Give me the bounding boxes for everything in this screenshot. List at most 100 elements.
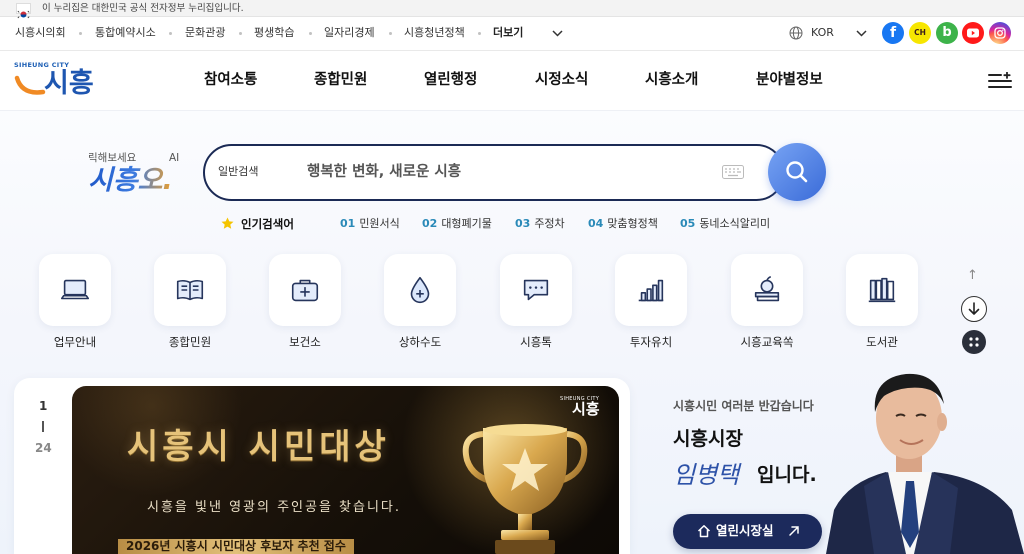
mayor-greeting: 시흥시민 여러분 반갑습니다 xyxy=(673,399,814,413)
keyword-label: 대형폐기물 xyxy=(441,217,492,230)
blog-icon[interactable]: b xyxy=(936,22,958,44)
search-bar: 일반검색 xyxy=(203,144,785,201)
separator-dot xyxy=(169,32,172,35)
blog-glyph: b xyxy=(942,25,952,40)
quick-link-label: 종합민원 xyxy=(168,335,212,349)
nav-open-administration[interactable]: 열린행정 xyxy=(424,71,477,89)
separator-dot xyxy=(478,32,481,35)
bar-chart-icon xyxy=(638,279,664,302)
main-header: SIHEUNG CITY 시흥 참여소통 종합민원 열린행정 시정소식 시흥소개… xyxy=(0,51,1024,111)
library-books-icon xyxy=(868,277,896,303)
korea-flag-icon xyxy=(16,3,31,19)
mayor-title: 시흥시장 xyxy=(673,428,743,450)
chat-bubble-icon xyxy=(523,279,549,301)
separator-dot xyxy=(389,32,392,35)
youtube-icon[interactable] xyxy=(962,22,984,44)
logo-swoosh-icon xyxy=(14,75,46,95)
apple-books-icon xyxy=(754,276,780,302)
arrow-down-icon xyxy=(968,302,980,315)
quick-link-label: 투자유치 xyxy=(629,335,673,349)
open-mayor-office-button[interactable]: 열린시장실 xyxy=(673,514,822,549)
quick-link-civil-service[interactable] xyxy=(154,254,226,326)
quick-link-library[interactable] xyxy=(846,254,918,326)
utility-link-youth[interactable]: 시흥청년정책 xyxy=(404,26,465,40)
nav-participation[interactable]: 참여소통 xyxy=(204,71,257,89)
facebook-icon[interactable]: f xyxy=(882,22,904,44)
nav-civil-service[interactable]: 종합민원 xyxy=(314,71,367,89)
popular-keywords-title: 인기검색어 xyxy=(241,217,294,231)
site-logo[interactable]: SIHEUNG CITY 시흥 xyxy=(12,59,104,103)
nav-city-news[interactable]: 시정소식 xyxy=(535,71,588,89)
quick-link-label: 보건소 xyxy=(289,335,321,349)
keyboard-icon[interactable] xyxy=(722,165,744,179)
youtube-play-icon xyxy=(967,28,979,38)
chevron-down-icon[interactable] xyxy=(856,30,867,37)
search-button[interactable] xyxy=(768,143,826,201)
quick-link-work-guide[interactable] xyxy=(39,254,111,326)
popular-keyword[interactable]: 04 맞춤형정책 xyxy=(588,217,658,231)
medical-kit-icon xyxy=(291,279,319,302)
arrow-up-right-icon xyxy=(789,526,799,536)
quick-link-education[interactable] xyxy=(731,254,803,326)
quick-link-label: 상하수도 xyxy=(398,335,442,349)
banner-subtitle: 시흥을 빛낸 영광의 주인공을 찾습니다. xyxy=(147,500,402,515)
utility-link-learning[interactable]: 평생학습 xyxy=(254,26,294,40)
keyword-rank: 02 xyxy=(422,217,438,230)
instagram-camera-icon xyxy=(994,27,1006,39)
language-select[interactable]: KOR xyxy=(811,26,834,40)
laptop-icon xyxy=(60,279,90,300)
scroll-down-button[interactable] xyxy=(961,296,987,322)
house-icon xyxy=(697,525,711,538)
quick-link-label: 시흥교육쏙 xyxy=(740,335,794,349)
popular-keyword[interactable]: 01 민원서식 xyxy=(340,217,400,231)
trophy-image xyxy=(462,424,588,554)
utility-link-culture[interactable]: 문화관광 xyxy=(185,26,225,40)
gov-notice-text: 이 누리집은 대한민국 공식 전자정부 누리집입니다. xyxy=(42,3,244,14)
logo-text: 시흥 xyxy=(44,68,94,99)
hamburger-menu-icon[interactable] xyxy=(988,72,1012,90)
quick-link-siheung-talk[interactable] xyxy=(500,254,572,326)
gov-notice-bar: 이 누리집은 대한민국 공식 전자정부 누리집입니다. xyxy=(0,0,1024,19)
ai-assistant-logo[interactable]: 시흥오. xyxy=(88,165,173,197)
keyword-rank: 03 xyxy=(515,217,531,230)
scroll-up-icon[interactable]: ↑ xyxy=(967,269,978,283)
book-icon xyxy=(176,279,204,301)
nav-field-info[interactable]: 분야별정보 xyxy=(756,71,823,89)
utility-link-jobs[interactable]: 일자리경제 xyxy=(324,26,375,40)
keyword-label: 동네소식알리미 xyxy=(699,217,771,230)
more-links-button[interactable]: 더보기 xyxy=(493,26,523,40)
chevron-down-icon[interactable] xyxy=(552,30,563,37)
banner-page-current: 1 xyxy=(39,399,48,413)
banner-page-separator xyxy=(42,421,44,432)
nav-about-siheung[interactable]: 시흥소개 xyxy=(645,71,698,89)
banner-slide[interactable]: SIHEUNG CITY 시흥 시흥시 시민대상 시흥을 빛낸 영광의 주인공을… xyxy=(72,386,619,554)
utility-link-council[interactable]: 시흥시의회 xyxy=(15,26,66,40)
quick-link-label: 업무안내 xyxy=(53,335,97,349)
popular-keyword[interactable]: 05 동네소식알리미 xyxy=(680,217,770,231)
kakao-channel-icon[interactable]: CH xyxy=(909,22,931,44)
popular-keyword[interactable]: 03 주정차 xyxy=(515,217,565,231)
search-category-select[interactable]: 일반검색 xyxy=(218,164,258,180)
quick-link-health-center[interactable] xyxy=(269,254,341,326)
star-icon xyxy=(221,217,234,229)
mayor-name-suffix: 입니다. xyxy=(757,464,817,486)
banner-page-total: 24 xyxy=(35,441,52,455)
all-menu-button[interactable] xyxy=(962,330,986,354)
search-input[interactable] xyxy=(307,160,707,184)
globe-icon xyxy=(789,26,803,40)
separator-dot xyxy=(239,32,242,35)
instagram-icon[interactable] xyxy=(989,22,1011,44)
quick-link-investment[interactable] xyxy=(615,254,687,326)
keyword-label: 민원서식 xyxy=(359,217,400,230)
keyword-rank: 04 xyxy=(588,217,604,230)
banner-footer-text: 2026년 시흥시 시민대상 후보자 추천 접수 xyxy=(118,539,354,554)
ai-hint-text: 릭해보세요 xyxy=(88,152,137,164)
separator-dot xyxy=(79,32,82,35)
popular-keyword[interactable]: 02 대형폐기물 xyxy=(422,217,492,231)
search-icon xyxy=(786,161,808,183)
quick-link-water-sewage[interactable] xyxy=(384,254,456,326)
water-drop-icon xyxy=(410,276,430,303)
hero-section: 릭해보세요 AI 시흥오. 일반검색 인기검색어 01민원서식 02대형폐기물 … xyxy=(0,111,1024,554)
mayor-name: 임병택 xyxy=(673,461,740,489)
utility-link-reservation[interactable]: 통합예약시소 xyxy=(95,26,156,40)
